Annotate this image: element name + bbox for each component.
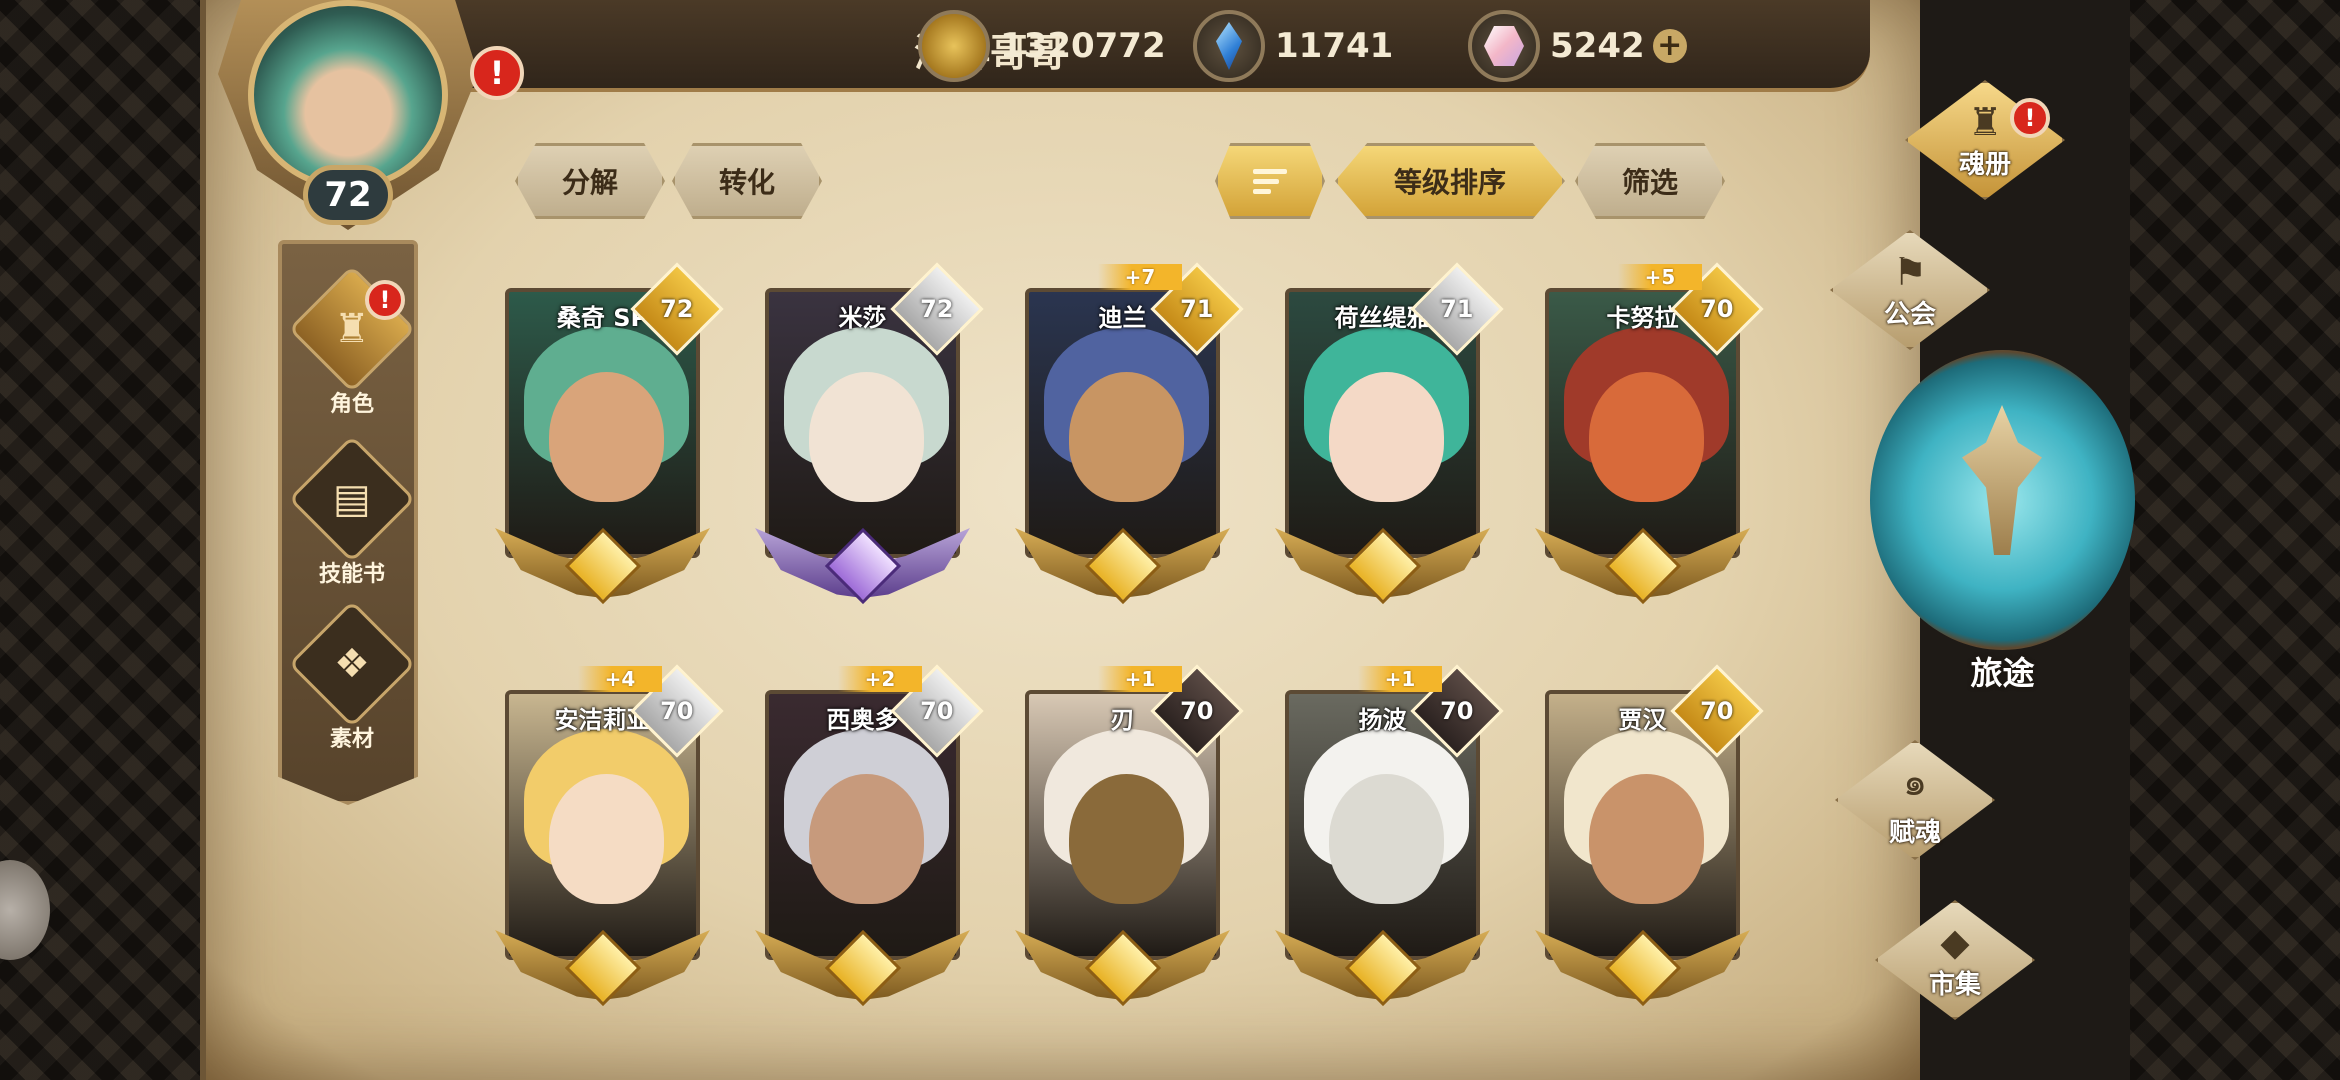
rarity-wing-icon: [1015, 920, 1230, 1015]
gold-value: 1320772: [1000, 26, 1166, 66]
sort-icon: [1253, 168, 1287, 194]
hero-card[interactable]: 扬波 70 +1: [1275, 664, 1504, 1020]
gem-value: 5242: [1550, 26, 1645, 66]
market-gem-icon: ◆: [1940, 919, 1970, 964]
hero-enhance-badge: +4: [578, 666, 662, 692]
rarity-wing-icon: [1015, 518, 1230, 613]
hero-card[interactable]: 荷丝缇雅 71: [1275, 262, 1504, 618]
right-border-panel: [2130, 0, 2340, 1080]
hero-enhance-badge: +1: [1098, 666, 1182, 692]
hero-card[interactable]: 迪兰 71 +7: [1015, 262, 1244, 618]
soul-grant-label: 赋魂: [1888, 818, 1941, 848]
hero-level-value: 72: [920, 295, 954, 323]
avatar-alert-icon: !: [470, 46, 524, 100]
skill-book-icon: ▤: [288, 435, 416, 563]
gold-coin-icon: [918, 10, 990, 82]
hero-card[interactable]: 安洁莉亚 70 +4: [495, 664, 724, 1020]
nav-label-character: 角色: [329, 392, 374, 417]
journey-label: 旅途: [1970, 654, 2035, 692]
rarity-wing-icon: [1275, 518, 1490, 613]
nav-item-material[interactable]: ❖ 素材: [282, 600, 418, 753]
nav-label-material: 素材: [329, 727, 374, 752]
convert-button[interactable]: 转化: [672, 143, 822, 219]
rarity-wing-icon: [495, 920, 710, 1015]
hero-enhance-badge: +1: [1358, 666, 1442, 692]
blue-crystal-icon: [1193, 10, 1265, 82]
soul-book-icon: ♜: [1967, 99, 2003, 144]
guild-banner-icon: ⚑: [1892, 249, 1928, 294]
soul-book-alert-icon: !: [2010, 98, 2050, 138]
market-label: 市集: [1928, 969, 1981, 1000]
hero-level-value: 71: [1180, 295, 1214, 323]
rarity-wing-icon: [1535, 518, 1750, 613]
hero-enhance-badge: +2: [838, 666, 922, 692]
hero-card[interactable]: 米莎 72: [755, 262, 984, 618]
soul-book-button[interactable]: ♜ 魂册: [1900, 80, 2070, 200]
hero-level-value: 70: [1440, 697, 1474, 725]
hero-card[interactable]: 西奥多 70 +2: [755, 664, 984, 1020]
crystal-value: 11741: [1275, 26, 1394, 66]
rarity-wing-icon: [1535, 920, 1750, 1015]
guild-button[interactable]: ⚑ 公会: [1825, 230, 1995, 350]
currency-gold: 1320772: [918, 10, 1166, 82]
hero-level-value: 70: [1180, 697, 1214, 725]
hero-level-value: 70: [1700, 295, 1734, 323]
sort-order-button[interactable]: [1215, 143, 1325, 219]
nav-item-skill-book[interactable]: ▤ 技能书: [282, 435, 418, 588]
character-alert-icon: !: [365, 280, 405, 320]
player-level-badge: 72: [303, 165, 393, 225]
market-button[interactable]: ◆ 市集: [1870, 900, 2040, 1020]
left-category-nav: ♜ 角色 ▤ 技能书 ❖ 素材: [278, 240, 418, 805]
rarity-wing-icon: [1275, 920, 1490, 1015]
guild-label: 公会: [1883, 299, 1936, 330]
rarity-wing-icon: [755, 518, 970, 613]
currency-gem: 5242 +: [1468, 10, 1687, 82]
avatar[interactable]: [248, 0, 448, 190]
hero-enhance-badge: +5: [1618, 264, 1702, 290]
player-avatar-frame[interactable]: 72: [218, 0, 478, 230]
hero-card[interactable]: 贾汉 70: [1535, 664, 1764, 1020]
hero-level-value: 70: [1700, 697, 1734, 725]
add-gem-button[interactable]: +: [1652, 29, 1687, 63]
hero-card[interactable]: 刃 70 +1: [1015, 664, 1244, 1020]
hero-card[interactable]: 卡努拉 70 +5: [1535, 262, 1764, 618]
sort-by-level-button[interactable]: 等级排序: [1335, 143, 1565, 219]
filter-button[interactable]: 筛选: [1575, 143, 1725, 219]
soul-grant-button[interactable]: ๑ 赋魂: [1830, 740, 2000, 860]
hero-level-value: 70: [920, 697, 954, 725]
decompose-button[interactable]: 分解: [515, 143, 665, 219]
nav-label-skill-book: 技能书: [318, 562, 385, 587]
currency-crystal: 11741: [1193, 10, 1393, 82]
journey-button[interactable]: 旅途: [1870, 350, 2135, 700]
flame-swirl-icon: ๑: [1902, 760, 1928, 804]
hero-level-value: 70: [660, 697, 694, 725]
rarity-wing-icon: [755, 920, 970, 1015]
hero-level-value: 72: [660, 295, 694, 323]
material-icon: ❖: [288, 600, 416, 728]
rarity-wing-icon: [495, 518, 710, 613]
hero-level-value: 71: [1440, 295, 1474, 323]
soul-book-label: 魂册: [1958, 149, 2011, 180]
hero-card[interactable]: 桑奇 SP 72: [495, 262, 724, 618]
hero-enhance-badge: +7: [1098, 264, 1182, 290]
pink-gem-icon: [1468, 10, 1540, 82]
